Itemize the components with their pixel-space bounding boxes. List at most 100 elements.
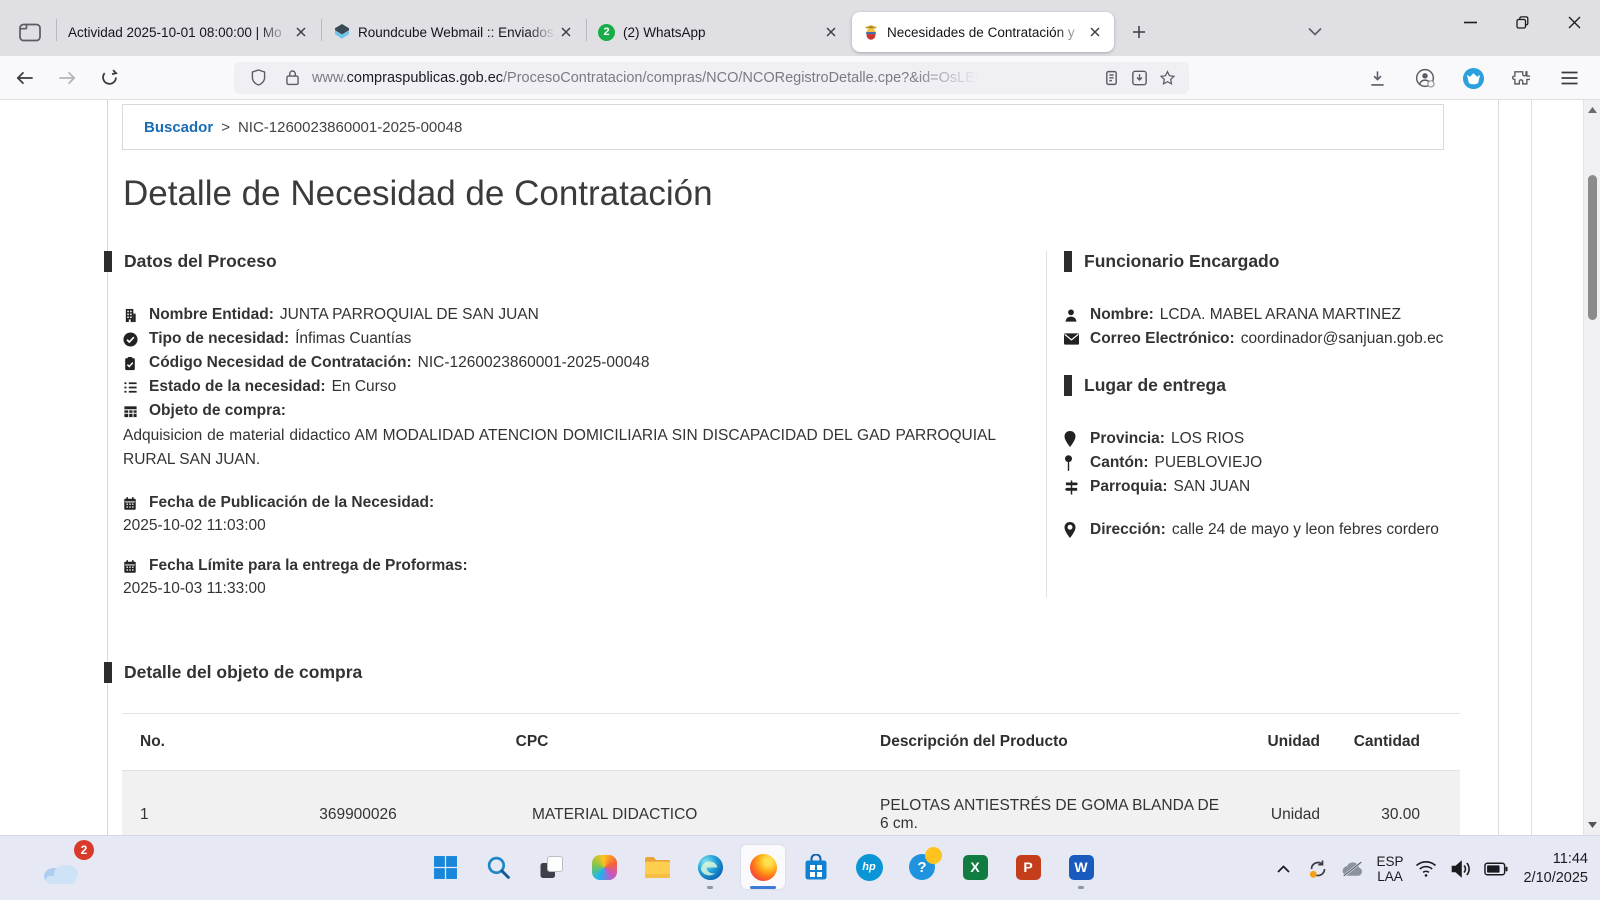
word-icon: W — [1069, 855, 1094, 880]
firefox-button[interactable] — [741, 845, 785, 889]
reader-view-icon[interactable] — [1097, 64, 1125, 92]
forward-button[interactable] — [50, 62, 84, 94]
tab-roundcube[interactable]: Roundcube Webmail :: Enviados — [323, 12, 585, 52]
tab-separator — [56, 19, 57, 41]
onedrive-paused-icon[interactable] — [1341, 849, 1365, 889]
get-help-button[interactable]: ? — [900, 845, 944, 889]
windows-taskbar: 2 hp ? X P W — [0, 835, 1600, 900]
tab-necesidades-active[interactable]: Necesidades de Contratación y — [852, 12, 1114, 52]
new-tab-button[interactable] — [1123, 16, 1155, 48]
field-estado-necesidad: Estado de la necesidad: En Curso — [123, 375, 1013, 399]
powerpoint-icon: P — [1016, 855, 1041, 880]
table-icon — [123, 404, 149, 419]
page-title: Detalle de Necesidad de Contratación — [123, 174, 1531, 214]
extensions-puzzle-icon[interactable] — [1504, 62, 1538, 94]
whatsapp-badge-icon: 2 — [598, 24, 615, 41]
scroll-down-arrow[interactable] — [1584, 817, 1600, 833]
tab-title: Actividad 2025-10-01 08:00:00 | Mo — [68, 25, 290, 40]
scrollbar-thumb[interactable] — [1588, 175, 1597, 320]
section-heading: Datos del Proceso — [124, 251, 277, 272]
firefox-relay-icon[interactable] — [1456, 62, 1490, 94]
back-button[interactable] — [8, 62, 42, 94]
tab-title: Necesidades de Contratación y — [887, 25, 1084, 40]
section-marker — [1064, 251, 1072, 272]
copilot-button[interactable] — [582, 845, 626, 889]
breadcrumb-link-buscador[interactable]: Buscador — [144, 119, 213, 136]
column-header-descripcion: Descripción del Producto — [880, 714, 1228, 771]
start-button[interactable] — [423, 845, 467, 889]
downloads-icon[interactable] — [1360, 62, 1394, 94]
wifi-icon[interactable] — [1414, 849, 1438, 889]
cell-descripcion: PELOTAS ANTIESTRÉS DE GOMA BLANDA DE 6 c… — [880, 771, 1228, 836]
clock-time: 11:44 — [1523, 850, 1588, 869]
file-explorer-button[interactable] — [635, 845, 679, 889]
check-circle-icon — [123, 332, 149, 347]
microsoft-store-button[interactable] — [794, 845, 838, 889]
building-icon — [123, 308, 149, 323]
field-parroquia: Parroquia: SAN JUAN — [1064, 475, 1476, 499]
window-controls — [1444, 0, 1600, 44]
hp-button[interactable]: hp — [847, 845, 891, 889]
tab-whatsapp[interactable]: 2 (2) WhatsApp — [588, 12, 850, 52]
sync-status-icon[interactable] — [1306, 849, 1330, 889]
copilot-icon — [592, 855, 617, 880]
column-header-unidad: Unidad — [1228, 714, 1328, 771]
tab-actividad[interactable]: Actividad 2025-10-01 08:00:00 | Mo — [58, 12, 320, 52]
task-view-button[interactable] — [529, 845, 573, 889]
system-tray: ESPLAA 11:44 2/10/2025 — [1271, 836, 1588, 900]
fecha-publicacion-value: 2025-10-02 11:03:00 — [123, 517, 1013, 535]
content-divider — [1498, 100, 1499, 835]
shield-icon[interactable] — [244, 64, 272, 92]
help-icon: ? — [909, 854, 935, 880]
right-column: Funcionario Encargado Nombre: LCDA. MABE… — [1046, 251, 1476, 598]
scroll-up-arrow[interactable] — [1584, 102, 1600, 118]
save-page-icon[interactable] — [1125, 64, 1153, 92]
cell-cpc-name: MATERIAL DIDACTICO — [532, 771, 880, 836]
field-direccion: Dirección: calle 24 de mayo y leon febre… — [1064, 518, 1476, 542]
language-indicator[interactable]: ESPLAA — [1376, 854, 1403, 884]
close-icon[interactable] — [290, 21, 312, 43]
firefox-icon — [750, 854, 777, 881]
taskbar-clock[interactable]: 11:44 2/10/2025 — [1523, 850, 1588, 888]
close-window-button[interactable] — [1548, 0, 1600, 44]
account-icon[interactable] — [1408, 62, 1442, 94]
tab-title: Roundcube Webmail :: Enviados — [358, 25, 555, 40]
list-all-tabs-chevron-icon[interactable] — [1298, 16, 1332, 46]
browser-tab-bar: Actividad 2025-10-01 08:00:00 | Mo Round… — [0, 0, 1600, 56]
page-container: Buscador > NIC-1260023860001-2025-00048 … — [107, 100, 1532, 835]
close-icon[interactable] — [820, 21, 842, 43]
address-bar[interactable]: www.compraspublicas.gob.ec/ProcesoContra… — [234, 62, 1189, 94]
tab-title: (2) WhatsApp — [623, 25, 820, 40]
restore-button[interactable] — [1496, 0, 1548, 44]
menu-hamburger-icon[interactable] — [1552, 62, 1586, 94]
widgets-weather-button[interactable]: 2 — [40, 844, 88, 892]
section-heading: Funcionario Encargado — [1084, 251, 1279, 272]
close-icon[interactable] — [1084, 21, 1106, 43]
section-marker — [104, 662, 112, 683]
bookmark-star-icon[interactable] — [1153, 64, 1181, 92]
widgets-notification-badge: 2 — [74, 840, 94, 860]
battery-icon[interactable] — [1484, 849, 1508, 889]
powerpoint-button[interactable]: P — [1006, 845, 1050, 889]
taskbar-center-icons: hp ? X P W — [423, 845, 1103, 889]
hp-icon: hp — [856, 854, 883, 881]
search-button[interactable] — [476, 845, 520, 889]
lock-icon[interactable] — [278, 64, 306, 92]
field-nombre-entidad: Nombre Entidad: JUNTA PARROQUIAL DE SAN … — [123, 303, 1013, 327]
fecha-limite-value: 2025-10-03 11:33:00 — [123, 580, 1013, 598]
hidden-icons-chevron[interactable] — [1271, 849, 1295, 889]
table-header-row: No. CPC Descripción del Producto Unidad … — [122, 714, 1460, 771]
breadcrumb: Buscador > NIC-1260023860001-2025-00048 — [122, 104, 1444, 150]
edge-button[interactable] — [688, 845, 732, 889]
field-provincia: Provincia: LOS RIOS — [1064, 427, 1476, 451]
firefox-view-button[interactable] — [10, 14, 50, 50]
vertical-scrollbar[interactable] — [1583, 100, 1600, 835]
volume-icon[interactable] — [1449, 849, 1473, 889]
clipboard-check-icon — [123, 356, 149, 371]
browser-toolbar: www.compraspublicas.gob.ec/ProcesoContra… — [0, 56, 1600, 100]
excel-button[interactable]: X — [953, 845, 997, 889]
close-icon[interactable] — [555, 21, 577, 43]
reload-button[interactable] — [92, 62, 126, 94]
word-button[interactable]: W — [1059, 845, 1103, 889]
minimize-button[interactable] — [1444, 0, 1496, 44]
